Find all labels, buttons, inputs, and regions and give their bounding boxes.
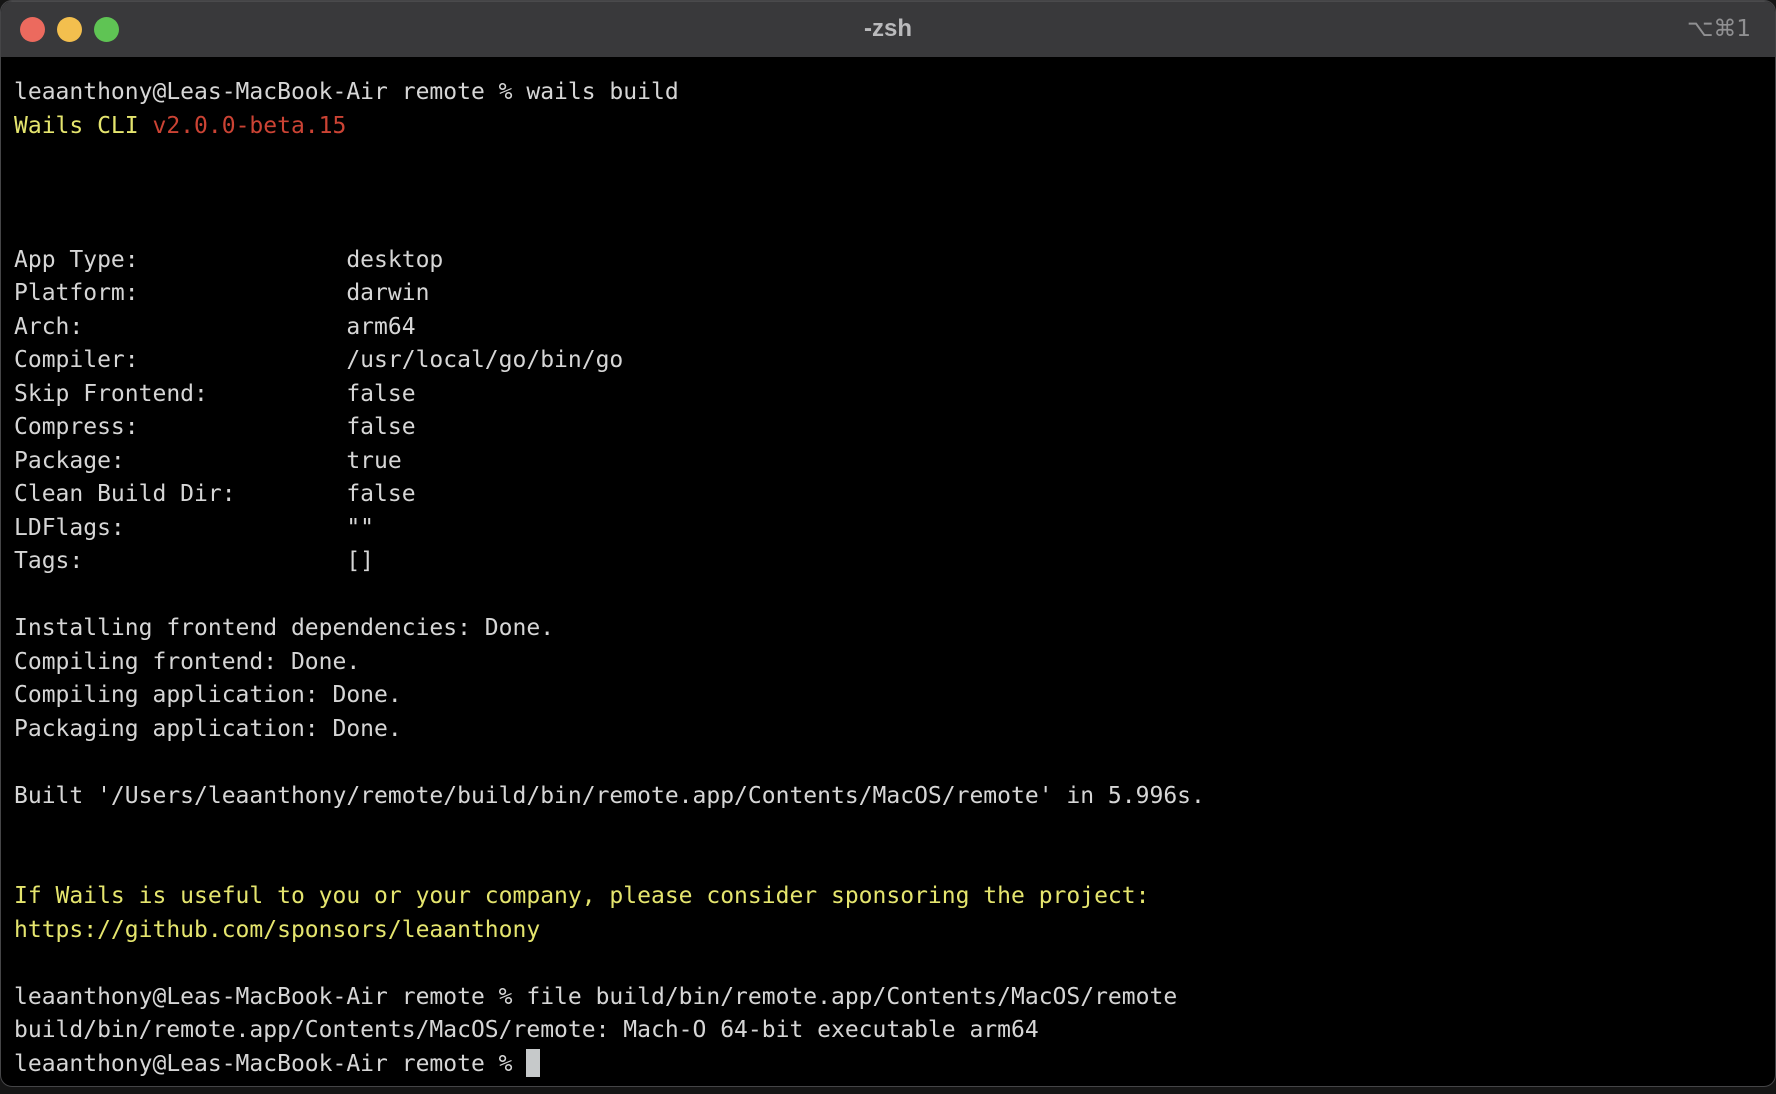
terminal-text: false [346,414,415,440]
terminal-text: Packaging application: Done. [14,716,402,742]
terminal-line: Tags:[] [14,545,1775,579]
terminal-text: App Type: [14,244,346,278]
terminal-text: Platform: [14,277,346,311]
terminal-text: Compiling application: Done. [14,682,402,708]
terminal-text: false [346,481,415,507]
terminal-line [14,813,1775,847]
terminal-line: Skip Frontend:false [14,378,1775,412]
terminal-line: build/bin/remote.app/Contents/MacOS/remo… [14,1014,1775,1048]
terminal-text: Installing frontend dependencies: Done. [14,615,554,641]
terminal-line [14,746,1775,780]
terminal-text: Clean Build Dir: [14,478,346,512]
terminal-line: App Type:desktop [14,244,1775,278]
terminal-line: Compress:false [14,411,1775,445]
terminal-text: Skip Frontend: [14,378,346,412]
terminal-text: false [346,381,415,407]
terminal-text: desktop [346,247,443,273]
terminal-line: Installing frontend dependencies: Done. [14,612,1775,646]
terminal-line [14,210,1775,244]
terminal-line: Built '/Users/leaanthony/remote/build/bi… [14,780,1775,814]
terminal-line [14,947,1775,981]
terminal-text-yellow: https://github.com/sponsors/leaanthony [14,917,540,943]
terminal-line: Compiler:/usr/local/go/bin/go [14,344,1775,378]
terminal-line: Packaging application: Done. [14,713,1775,747]
terminal-line: Wails CLI v2.0.0-beta.15 [14,110,1775,144]
terminal-line: Package:true [14,445,1775,479]
terminal-text: arm64 [346,314,415,340]
terminal-text-red: v2.0.0-beta.15 [152,113,346,139]
terminal-line: Arch:arm64 [14,311,1775,345]
terminal-text: leaanthony@Leas-MacBook-Air remote % fil… [14,984,1177,1010]
terminal-text: Package: [14,445,346,479]
terminal-text-yellow: If Wails is useful to you or your compan… [14,883,1149,909]
terminal-content[interactable]: leaanthony@Leas-MacBook-Air remote % wai… [1,57,1775,1081]
close-button[interactable] [20,17,45,42]
terminal-line: leaanthony@Leas-MacBook-Air remote % fil… [14,981,1775,1015]
terminal-text: "" [346,515,374,541]
minimize-button[interactable] [57,17,82,42]
titlebar[interactable]: -zsh ⌥⌘1 [1,1,1775,57]
terminal-text: Compiler: [14,344,346,378]
terminal-text: Compiling frontend: Done. [14,649,360,675]
terminal-text: build/bin/remote.app/Contents/MacOS/remo… [14,1017,1039,1043]
terminal-line [14,847,1775,881]
terminal-text: leaanthony@Leas-MacBook-Air remote % wai… [14,79,679,105]
tab-shortcut-icon: ⌥⌘1 [1687,16,1775,42]
terminal-line [14,177,1775,211]
terminal-line: https://github.com/sponsors/leaanthony [14,914,1775,948]
terminal-line [14,143,1775,177]
terminal-text: Built '/Users/leaanthony/remote/build/bi… [14,783,1205,809]
window-controls [1,17,119,42]
terminal-cursor [526,1049,540,1077]
zoom-button[interactable] [94,17,119,42]
terminal-text: Arch: [14,311,346,345]
terminal-line: LDFlags:"" [14,512,1775,546]
terminal-text: LDFlags: [14,512,346,546]
window-title: -zsh [1,15,1775,43]
terminal-line: Compiling frontend: Done. [14,646,1775,680]
terminal-line [14,579,1775,613]
terminal-line: leaanthony@Leas-MacBook-Air remote % [14,1048,1775,1082]
terminal-line: leaanthony@Leas-MacBook-Air remote % wai… [14,76,1775,110]
terminal-line: Compiling application: Done. [14,679,1775,713]
terminal-line: If Wails is useful to you or your compan… [14,880,1775,914]
terminal-text: leaanthony@Leas-MacBook-Air remote % [14,1051,526,1077]
terminal-line: Clean Build Dir:false [14,478,1775,512]
terminal-text: true [346,448,401,474]
terminal-window: -zsh ⌥⌘1 leaanthony@Leas-MacBook-Air rem… [0,0,1776,1087]
terminal-text: /usr/local/go/bin/go [346,347,623,373]
terminal-text: Tags: [14,545,346,579]
terminal-text-yellow: Wails CLI [14,113,152,139]
terminal-text: [] [346,548,374,574]
terminal-text: darwin [346,280,429,306]
terminal-line: Platform:darwin [14,277,1775,311]
terminal-text: Compress: [14,411,346,445]
